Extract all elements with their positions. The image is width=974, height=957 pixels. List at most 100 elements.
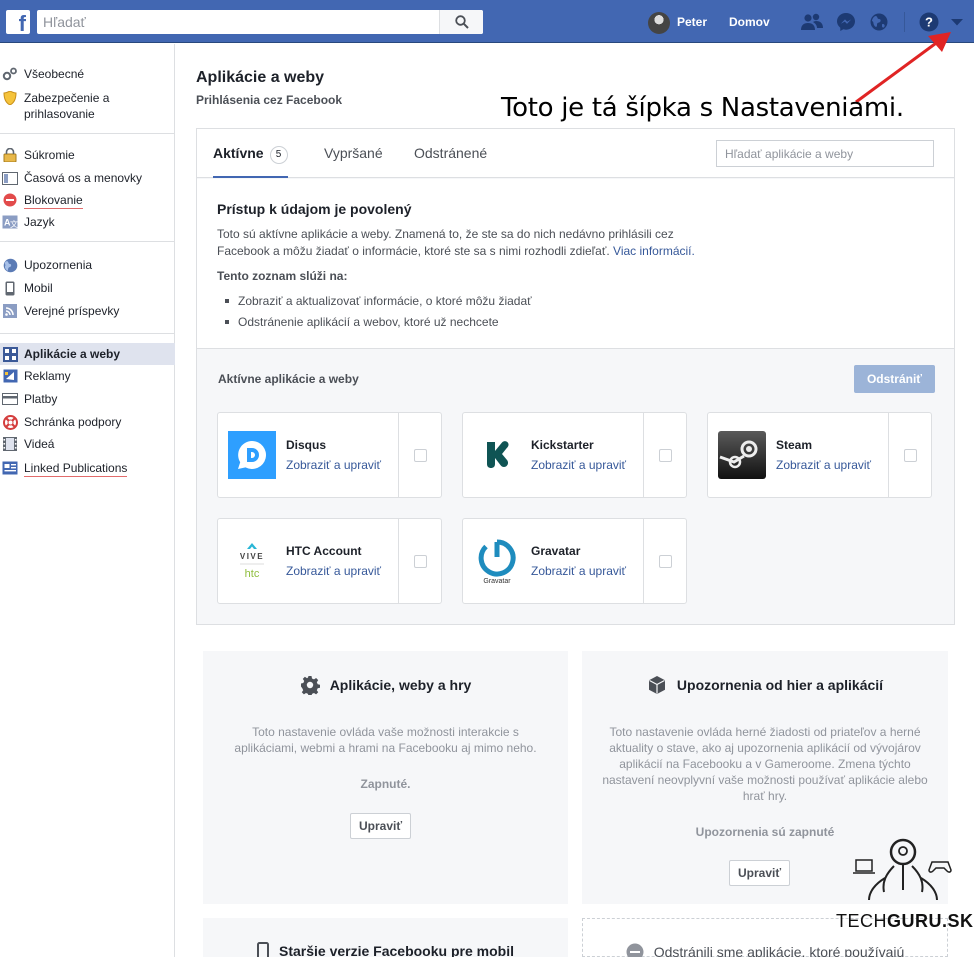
mobile-icon (257, 942, 269, 957)
shield-icon (2, 91, 18, 105)
info-text: Toto sú aktívne aplikácie a weby. Znamen… (217, 227, 695, 258)
old-mobile-settings-card: Staršie verzie Facebooku pre mobil (203, 918, 568, 957)
language-icon: A文 (2, 215, 18, 229)
gravatar-logo-icon: Gravatar (473, 537, 521, 585)
more-info-link[interactable]: Viac informácií. (613, 244, 695, 258)
list-item: Odstránenie aplikácií a webov, ktoré už … (225, 312, 532, 333)
app-checkbox[interactable] (659, 448, 672, 462)
page-subtitle: Prihlásenia cez Facebook (196, 93, 343, 107)
avatar[interactable] (648, 12, 670, 34)
setting-description: Toto nastavenie ovláda vaše možnosti int… (234, 725, 537, 755)
app-card-steam: Steam Zobraziť a upraviť (707, 412, 932, 498)
svg-text:Gravatar: Gravatar (483, 578, 511, 585)
sidebar-item-public-posts[interactable]: Verejné príspevky (0, 303, 175, 319)
apps-games-settings-card: Aplikácie, weby a hry Toto nastavenie ov… (203, 651, 568, 904)
list-item: Zobraziť a aktualizovať informácie, o kt… (225, 291, 532, 312)
app-checkbox[interactable] (414, 448, 427, 462)
friend-requests-icon[interactable] (801, 11, 823, 33)
info-list-title: Tento zoznam slúži na: (217, 269, 348, 283)
sidebar-item-language[interactable]: A文 Jazyk (0, 214, 175, 230)
sidebar-item-security[interactable]: Zabezpečenie a prihlasovanie (0, 90, 175, 122)
htc-vive-logo-icon: VIVE htc (228, 537, 276, 585)
app-checkbox[interactable] (904, 448, 917, 462)
edit-game-notifications-button[interactable]: Upraviť (729, 860, 791, 886)
active-apps-label: Aktívne aplikácie a weby (218, 372, 359, 386)
sidebar-divider (0, 333, 175, 334)
lock-icon (2, 148, 18, 162)
apps-search-input[interactable] (716, 140, 934, 167)
tabs-bar: Aktívne 5 Vypršané Odstránené (197, 129, 954, 178)
app-edit-link[interactable]: Zobraziť a upraviť (286, 458, 381, 472)
app-card-gravatar: Gravatar Gravatar Zobraziť a upraviť (462, 518, 687, 604)
edit-apps-games-button[interactable]: Upraviť (350, 813, 412, 839)
apps-icon (2, 346, 18, 362)
sidebar-item-notifications[interactable]: Upozornenia (0, 257, 175, 273)
svg-text:VIVE: VIVE (240, 552, 264, 561)
app-edit-link[interactable]: Zobraziť a upraviť (531, 564, 626, 578)
sidebar-item-general[interactable]: Všeobecné (0, 66, 175, 82)
ads-icon (2, 369, 18, 383)
gear-icon (300, 675, 320, 695)
sidebar-item-videos[interactable]: Videá (0, 436, 175, 452)
app-edit-link[interactable]: Zobraziť a upraviť (286, 564, 381, 578)
setting-status: Upozornenia sú zapnuté (695, 825, 835, 839)
app-card-kickstarter: Kickstarter Zobraziť a upraviť (462, 412, 687, 498)
annotation-text: Toto je tá šípka s Nastaveniami. (501, 93, 904, 123)
active-count-badge: 5 (269, 146, 288, 164)
apps-panel: Aktívne5 Vypršané Odstránené Prístup k ú… (196, 128, 955, 625)
page-title: Aplikácie a weby (196, 69, 325, 86)
tab-expired[interactable]: Vypršané (324, 129, 383, 178)
kickstarter-logo-icon (473, 431, 521, 479)
app-checkbox[interactable] (414, 554, 427, 568)
sidebar-divider (0, 241, 175, 242)
svg-text:htc: htc (245, 568, 260, 580)
app-checkbox[interactable] (659, 554, 672, 568)
sidebar-item-blocking[interactable]: Blokovanie (0, 192, 175, 209)
settings-sidebar: Všeobecné Zabezpečenie a prihlasovanie S… (0, 44, 175, 957)
info-title: Prístup k údajom je povolený (217, 201, 412, 217)
tab-active[interactable]: Aktívne 5 (213, 129, 288, 178)
info-block: Prístup k údajom je povolený Toto sú akt… (197, 179, 954, 349)
minus-circle-icon (626, 943, 644, 957)
search-box (37, 10, 483, 34)
app-card-htc-account: VIVE htc HTC Account Zobraziť a upraviť (217, 518, 442, 604)
watermark-text: TECHGURU.SK (836, 911, 974, 931)
publication-icon (2, 461, 18, 475)
search-button[interactable] (439, 10, 483, 34)
app-edit-link[interactable]: Zobraziť a upraviť (531, 458, 626, 472)
setting-title: Upozornenia od hier a aplikácií (582, 675, 948, 695)
timeline-icon (2, 171, 18, 185)
gears-icon (2, 67, 18, 81)
app-edit-link[interactable]: Zobraziť a upraviť (776, 458, 871, 472)
setting-title: Aplikácie, weby a hry (203, 675, 568, 695)
search-icon (454, 15, 469, 29)
setting-status: Zapnuté. (360, 777, 411, 791)
sidebar-item-timeline[interactable]: Časová os a menovky (0, 170, 175, 186)
remove-button[interactable]: Odstrániť (854, 365, 935, 393)
svg-text:文: 文 (10, 219, 18, 229)
app-card-disqus: Disqus Zobraziť a upraviť (217, 412, 442, 498)
sidebar-item-linked-publications[interactable]: Linked Publications (0, 460, 175, 477)
tab-removed[interactable]: Odstránené (414, 129, 487, 178)
block-icon (2, 193, 18, 207)
sidebar-item-mobile[interactable]: Mobil (0, 280, 175, 296)
sidebar-divider (0, 133, 175, 134)
globe-icon (2, 258, 18, 272)
search-input[interactable] (37, 10, 439, 34)
sidebar-item-support-inbox[interactable]: Schránka podpory (0, 414, 175, 430)
setting-title: Odstránili sme aplikácie, ktoré používaj… (583, 943, 947, 957)
sidebar-item-payments[interactable]: Platby (0, 391, 175, 407)
sidebar-item-apps[interactable]: Aplikácie a weby (0, 343, 175, 365)
cube-icon (647, 675, 667, 695)
sidebar-item-ads[interactable]: Reklamy (0, 368, 175, 384)
home-link[interactable]: Domov (729, 15, 770, 29)
top-bar: f Peter Domov ? (0, 0, 974, 43)
profile-link[interactable]: Peter (677, 15, 707, 29)
film-icon (2, 437, 18, 451)
setting-title: Staršie verzie Facebooku pre mobil (203, 942, 568, 957)
card-icon (2, 392, 18, 406)
lifebuoy-icon (2, 414, 18, 430)
info-list: Zobraziť a aktualizovať informácie, o kt… (225, 291, 532, 333)
facebook-logo-icon[interactable]: f (6, 10, 30, 34)
sidebar-item-privacy[interactable]: Súkromie (0, 147, 175, 163)
